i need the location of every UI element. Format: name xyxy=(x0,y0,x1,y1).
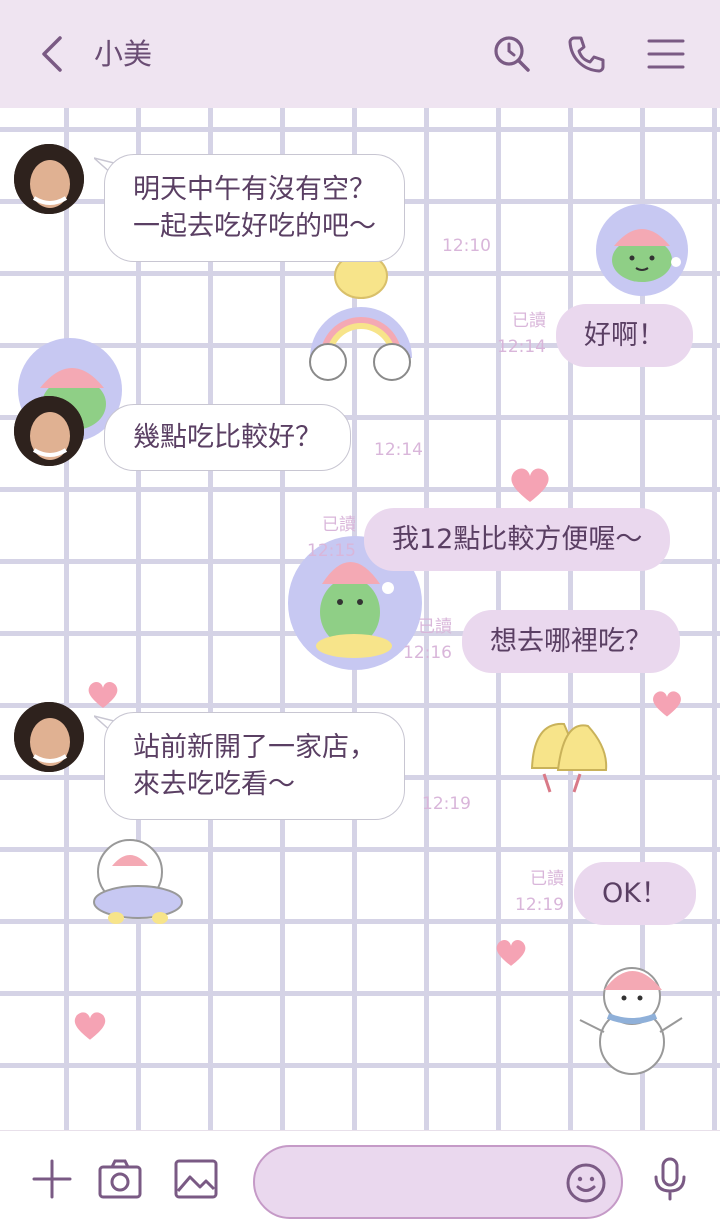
microphone-icon[interactable] xyxy=(646,1155,694,1203)
avatar[interactable] xyxy=(14,396,84,466)
message-time: 12:19 xyxy=(422,794,471,814)
phone-icon[interactable] xyxy=(566,34,606,74)
message-bubble-incoming[interactable]: 幾點吃比較好？ xyxy=(104,404,351,471)
read-receipt: 已讀 xyxy=(418,617,452,637)
message-bubble-outgoing[interactable]: 好啊！ xyxy=(556,304,693,367)
message-text: 想去哪裡吃？ xyxy=(490,626,652,657)
profile-photo-icon xyxy=(14,702,84,772)
message-meta: 已讀 12:19 xyxy=(508,866,564,918)
message-time: 12:19 xyxy=(515,895,564,915)
camera-icon[interactable] xyxy=(96,1155,144,1203)
chat-area[interactable]: 明天中午有沒有空？ 一起去吃好吃的吧～ 12:10 已讀 12:14 好啊！ 幾… xyxy=(0,108,720,1130)
message-time: 12:15 xyxy=(307,541,356,561)
heart-icon xyxy=(88,682,118,708)
heart-icon xyxy=(653,691,681,717)
message-time: 12:14 xyxy=(497,337,546,357)
message-bubble-outgoing[interactable]: OK！ xyxy=(574,862,696,925)
message-time: 12:14 xyxy=(374,440,423,460)
avatar[interactable] xyxy=(14,144,84,214)
bells-sticker-icon xyxy=(530,722,608,793)
message-text: 我12點比較方便喔～ xyxy=(392,524,643,555)
dinosaur-sticker-icon xyxy=(596,204,688,296)
read-receipt: 已讀 xyxy=(512,311,546,331)
message-text-field[interactable] xyxy=(275,1157,555,1207)
contact-name[interactable]: 小美 xyxy=(94,36,152,72)
emoji-icon[interactable] xyxy=(565,1162,607,1204)
message-text: 來去吃吃看～ xyxy=(133,769,295,800)
snowman-sticker-icon xyxy=(579,967,683,1075)
rainbow-bird-sticker-icon xyxy=(309,258,412,381)
message-bubble-incoming[interactable]: 站前新開了一家店， 來去吃吃看～ xyxy=(104,712,405,820)
menu-icon[interactable] xyxy=(646,34,686,74)
message-composer xyxy=(0,1130,720,1232)
heart-icon xyxy=(74,1012,106,1040)
message-time: 12:10 xyxy=(442,236,491,256)
message-meta: 已讀 12:14 xyxy=(490,308,546,360)
profile-photo-icon xyxy=(14,144,84,214)
message-bubble-outgoing[interactable]: 想去哪裡吃？ xyxy=(462,610,680,673)
message-bubble-incoming[interactable]: 明天中午有沒有空？ 一起去吃好吃的吧～ xyxy=(104,154,405,262)
heart-icon xyxy=(511,468,549,502)
image-icon[interactable] xyxy=(172,1155,220,1203)
chevron-left-icon[interactable] xyxy=(36,34,72,74)
message-input[interactable] xyxy=(253,1145,623,1219)
ufo-sticker-icon xyxy=(93,839,183,924)
avatar[interactable] xyxy=(14,702,84,772)
message-meta: 已讀 12:16 xyxy=(396,614,452,666)
message-text: 好啊！ xyxy=(584,320,665,351)
read-receipt: 已讀 xyxy=(530,869,564,889)
message-time: 12:16 xyxy=(403,643,452,663)
message-meta: 已讀 12:15 xyxy=(300,512,356,564)
message-text: OK！ xyxy=(602,878,668,909)
heart-icon xyxy=(496,940,526,966)
read-receipt: 已讀 xyxy=(322,515,356,535)
message-text: 一起去吃好吃的吧～ xyxy=(133,211,376,242)
plus-icon[interactable] xyxy=(28,1155,76,1203)
chat-header: 小美 xyxy=(0,0,720,108)
message-text: 明天中午有沒有空？ xyxy=(133,174,376,205)
message-bubble-outgoing[interactable]: 我12點比較方便喔～ xyxy=(364,508,671,571)
message-text: 站前新開了一家店， xyxy=(133,732,376,763)
profile-photo-icon xyxy=(14,396,84,466)
message-text: 幾點吃比較好？ xyxy=(133,422,322,453)
search-icon[interactable] xyxy=(492,34,532,74)
